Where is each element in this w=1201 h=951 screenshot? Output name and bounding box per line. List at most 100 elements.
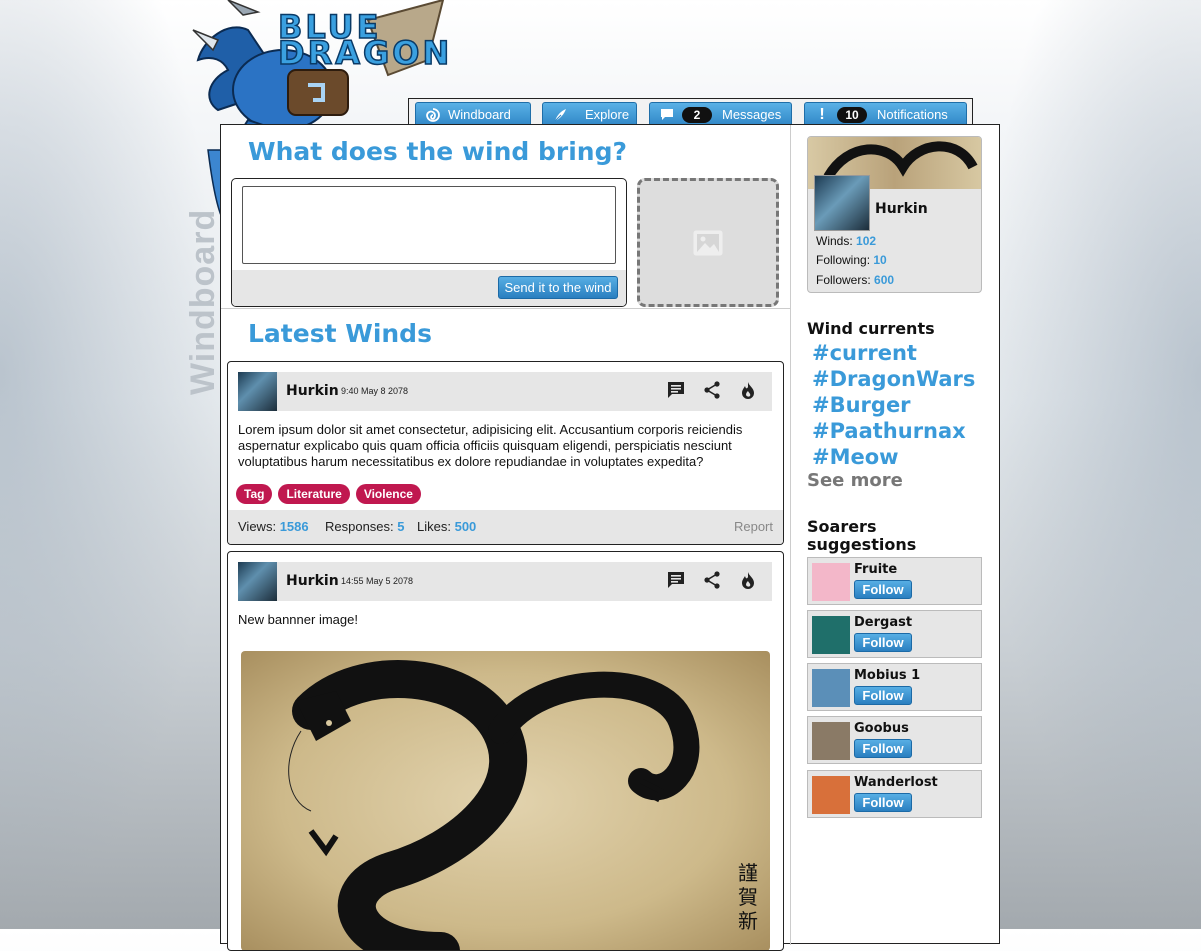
section-vertical-title: Windboard xyxy=(184,208,222,395)
hashtag-link[interactable]: #Paathurnax xyxy=(812,419,966,443)
black-dragon-illustration xyxy=(288,660,700,950)
tag-badge[interactable]: Violence xyxy=(355,484,421,504)
compose-toolbar: Send it to the wind xyxy=(232,270,626,306)
background-right xyxy=(981,0,1201,929)
suggestion-item: Mobius 1 Follow xyxy=(807,663,982,711)
suggestions-title-line-1: Soarers xyxy=(807,517,877,536)
avatar[interactable] xyxy=(814,175,870,231)
likes-count: 500 xyxy=(454,519,477,534)
tab-explore[interactable]: Explore xyxy=(542,102,637,126)
suggestion-item: Dergast Follow xyxy=(807,610,982,658)
compose-heading: What does the wind bring? xyxy=(248,137,627,166)
compose-box: Send it to the wind xyxy=(231,178,627,307)
chat-icon xyxy=(658,106,676,124)
following-count[interactable]: 10 xyxy=(873,253,886,267)
post-header: Hurkin 14:55 May 5 2078 xyxy=(238,562,772,601)
suggestions-title: Soarers suggestions xyxy=(807,518,916,554)
tag-badge[interactable]: Literature xyxy=(278,484,350,504)
following-stat: Following: 10 xyxy=(816,253,887,267)
post-actions xyxy=(666,380,758,400)
comment-icon[interactable] xyxy=(666,570,686,590)
see-more-link[interactable]: See more xyxy=(807,470,903,491)
logo-line-2: DRAGON xyxy=(277,34,453,72)
views-stat: Views: 1586 xyxy=(238,519,309,534)
post-tags: Tag Literature Violence xyxy=(236,484,421,504)
image-upload-dropzone[interactable] xyxy=(637,178,779,307)
suggestion-name[interactable]: Mobius 1 xyxy=(854,668,920,683)
tab-notifications[interactable]: ! 10 Notifications xyxy=(804,102,967,126)
swirl-icon xyxy=(424,106,442,124)
post-image[interactable]: 謹賀新 xyxy=(241,651,770,950)
section-divider xyxy=(221,308,791,309)
follow-button[interactable]: Follow xyxy=(854,686,912,705)
compose-textarea[interactable] xyxy=(242,186,616,264)
hashtag-link[interactable]: #DragonWars xyxy=(812,367,975,391)
suggestion-name[interactable]: Wanderlost xyxy=(854,775,938,790)
hashtag-link[interactable]: #Meow xyxy=(812,445,899,469)
profile-card: Hurkin Winds: 102 Following: 10 Follower… xyxy=(807,136,982,293)
post-card: Hurkin 9:40 May 8 2078 Lorem ipsum dolor… xyxy=(227,361,784,545)
post-card: Hurkin 14:55 May 5 2078 New bannner imag… xyxy=(227,551,784,951)
responses-count: 5 xyxy=(397,519,405,534)
tab-messages[interactable]: 2 Messages xyxy=(649,102,792,126)
avatar[interactable] xyxy=(812,776,850,814)
top-nav: Windboard Explore 2 Messages ! 10 Notifi… xyxy=(408,98,973,126)
avatar[interactable] xyxy=(238,562,277,601)
winds-stat: Winds: 102 xyxy=(816,234,876,248)
hashtag-link[interactable]: #current xyxy=(812,341,917,365)
tab-notifications-label: Notifications xyxy=(877,107,948,122)
exclamation-icon: ! xyxy=(819,105,825,123)
tab-windboard[interactable]: Windboard xyxy=(415,102,531,126)
post-header: Hurkin 9:40 May 8 2078 xyxy=(238,372,772,411)
follow-button[interactable]: Follow xyxy=(854,739,912,758)
suggestion-item: Fruite Follow xyxy=(807,557,982,605)
avatar[interactable] xyxy=(812,616,850,654)
logo-wordmark: BLUE DRAGON xyxy=(277,10,453,72)
suggestion-name[interactable]: Fruite xyxy=(854,562,897,577)
feed-column: What does the wind bring? Send it to the… xyxy=(221,125,791,951)
post-text: Lorem ipsum dolor sit amet consectetur, … xyxy=(238,422,743,469)
follow-button[interactable]: Follow xyxy=(854,633,912,652)
share-icon[interactable] xyxy=(702,570,722,590)
flame-icon[interactable] xyxy=(738,380,758,400)
post-text: New bannner image! xyxy=(238,612,358,627)
avatar[interactable] xyxy=(812,563,850,601)
post-timestamp: 14:55 May 5 2078 xyxy=(341,576,414,586)
flame-icon[interactable] xyxy=(738,570,758,590)
suggestion-name[interactable]: Goobus xyxy=(854,721,909,736)
followers-label: Followers: xyxy=(816,273,871,287)
follow-button[interactable]: Follow xyxy=(854,793,912,812)
notifications-count-badge: 10 xyxy=(837,106,867,123)
avatar[interactable] xyxy=(812,722,850,760)
feed-heading: Latest Winds xyxy=(248,319,432,348)
messages-count-badge: 2 xyxy=(682,106,712,123)
winds-label: Winds: xyxy=(816,234,853,248)
wind-currents-title: Wind currents xyxy=(807,319,935,338)
suggestion-name[interactable]: Dergast xyxy=(854,615,912,630)
follow-button[interactable]: Follow xyxy=(854,580,912,599)
profile-name[interactable]: Hurkin xyxy=(875,201,928,217)
following-label: Following: xyxy=(816,253,871,267)
winds-count[interactable]: 102 xyxy=(856,234,876,248)
views-count: 1586 xyxy=(279,519,309,534)
avatar[interactable] xyxy=(238,372,277,411)
avatar[interactable] xyxy=(812,669,850,707)
report-link[interactable]: Report xyxy=(734,519,773,534)
responses-label: Responses: xyxy=(325,519,394,534)
post-timestamp: 9:40 May 8 2078 xyxy=(341,386,409,396)
responses-stat: Responses: 5 xyxy=(325,519,405,534)
suggestion-item: Wanderlost Follow xyxy=(807,770,982,818)
share-icon[interactable] xyxy=(702,380,722,400)
hashtag-link[interactable]: #Burger xyxy=(812,393,911,417)
main-panel: What does the wind bring? Send it to the… xyxy=(220,124,1000,951)
followers-count[interactable]: 600 xyxy=(874,273,894,287)
comment-icon[interactable] xyxy=(666,380,686,400)
post-actions xyxy=(666,570,758,590)
tag-badge[interactable]: Tag xyxy=(236,484,273,504)
send-button[interactable]: Send it to the wind xyxy=(498,276,618,299)
likes-stat: Likes: 500 xyxy=(417,519,476,534)
tab-explore-label: Explore xyxy=(585,107,630,122)
image-icon xyxy=(693,230,723,255)
post-username[interactable]: Hurkin xyxy=(286,383,339,399)
post-username[interactable]: Hurkin xyxy=(286,573,339,589)
